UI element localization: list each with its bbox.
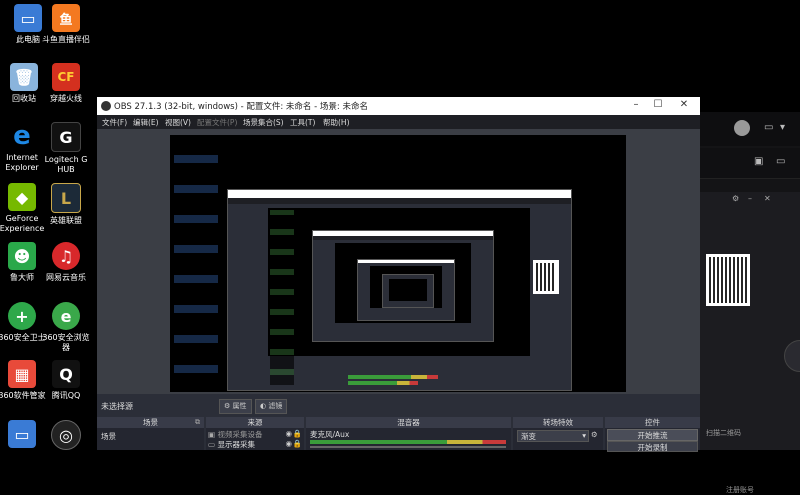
mixer-header: 混音器 bbox=[306, 417, 511, 428]
close-icon[interactable]: ✕ bbox=[764, 194, 771, 203]
lock-icon[interactable]: 🔒 bbox=[293, 439, 302, 448]
controls-header: 控件 bbox=[605, 417, 700, 428]
mixer-dock: 混音器 麦克风/Aux bbox=[306, 417, 511, 450]
window-title: OBS 27.1.3 (32-bit, windows) - 配置文件: 未命名… bbox=[114, 102, 368, 112]
login-panel: ⚙ – ✕ 扫描二维码 注册账号 bbox=[698, 192, 800, 494]
menu-scene-collection[interactable]: 场景集合(S) bbox=[243, 117, 284, 128]
netease-music-icon: ♫ bbox=[52, 242, 80, 270]
start-recording-button[interactable]: 开始录制 bbox=[607, 441, 698, 452]
shirt-icon[interactable]: ▾ bbox=[780, 122, 785, 133]
filters-button[interactable]: ◐ 滤镜 bbox=[255, 399, 288, 414]
desktop-icon-logitech[interactable]: G Logitech G HUB bbox=[40, 122, 92, 175]
league-icon: L bbox=[51, 183, 81, 213]
properties-button[interactable]: ⚙ 属性 bbox=[219, 399, 252, 414]
desktop-icon-lol[interactable]: L 英雄联盟 bbox=[40, 183, 92, 226]
camera-icon: ▣ bbox=[208, 430, 216, 439]
source-item[interactable]: ▭ 显示器采集 ◉ 🔒 bbox=[208, 439, 302, 449]
eye-icon[interactable]: ◉ bbox=[285, 439, 292, 448]
desktop-icon-netease-music[interactable]: ♫ 网易云音乐 bbox=[40, 242, 92, 283]
minimize-icon[interactable]: – bbox=[627, 99, 645, 110]
scene-item[interactable]: 场景 bbox=[101, 431, 116, 442]
maximize-icon[interactable]: ☐ bbox=[649, 99, 667, 110]
preview-area[interactable] bbox=[97, 129, 700, 394]
sources-header: 来源 bbox=[206, 417, 304, 428]
recycle-bin-icon: 🗑 bbox=[10, 63, 38, 91]
settings-icon[interactable]: ⚙ bbox=[732, 194, 739, 203]
desktop-icon-crossfire[interactable]: CF 穿越火线 bbox=[40, 63, 92, 104]
menu-help[interactable]: 帮助(H) bbox=[323, 117, 350, 128]
crossfire-icon: CF bbox=[52, 63, 80, 91]
obs-icon: ◎ bbox=[51, 420, 81, 450]
obs-window[interactable]: OBS 27.1.3 (32-bit, windows) - 配置文件: 未命名… bbox=[97, 97, 700, 452]
menu-bar: 文件(F) 编辑(E) 视图(V) 配置文件(P) 场景集合(S) 工具(T) … bbox=[97, 115, 700, 129]
title-bar[interactable]: OBS 27.1.3 (32-bit, windows) - 配置文件: 未命名… bbox=[97, 97, 700, 115]
monitor-icon[interactable]: ▭ bbox=[764, 122, 773, 133]
minimize-icon[interactable]: – bbox=[748, 194, 752, 203]
scenes-header: 场景 bbox=[97, 417, 204, 428]
desktop-icon-360-browser[interactable]: e 360安全浏览器 bbox=[40, 302, 92, 353]
360-software-icon: ▦ bbox=[8, 360, 36, 388]
sources-dock: 来源 ▣ 视频采集设备 ◉ 🔒 ▭ 显示器采集 ◉ 🔒 bbox=[206, 417, 304, 450]
360-browser-icon: e bbox=[52, 302, 80, 330]
desktop-icon-douyu[interactable]: 鱼 斗鱼直播伴侣 bbox=[40, 4, 92, 45]
mixer-track-name: 麦克风/Aux bbox=[310, 430, 350, 439]
qr-code bbox=[706, 254, 750, 306]
360-safe-icon: + bbox=[8, 302, 36, 330]
qr-caption: 扫描二维码 bbox=[706, 429, 741, 437]
controls-dock: 控件 开始推流 开始录制 bbox=[605, 417, 700, 452]
no-source-label: 未选择源 bbox=[101, 402, 133, 411]
volume-slider[interactable] bbox=[310, 446, 506, 448]
transitions-dock: 转场特效 渐变 ▾ ⚙ bbox=[513, 417, 603, 450]
gear-icon: ⚙ bbox=[224, 402, 231, 410]
transition-select[interactable]: 渐变 ▾ bbox=[517, 430, 589, 442]
menu-view[interactable]: 视图(V) bbox=[165, 117, 191, 128]
side-circle-button[interactable] bbox=[784, 340, 800, 372]
menu-tools[interactable]: 工具(T) bbox=[290, 117, 315, 128]
nvidia-icon: ◆ bbox=[8, 183, 36, 211]
chevron-down-icon: ▾ bbox=[582, 431, 586, 440]
computer-icon: ▭ bbox=[14, 4, 42, 32]
logitech-g-icon: G bbox=[51, 122, 81, 152]
obs-logo-icon bbox=[101, 101, 111, 111]
dock-area: 场景 ⧉ 场景 来源 ▣ 视频采集设备 ◉ 🔒 ▭ 显示器采集 ◉ 🔒 混音器 … bbox=[97, 417, 700, 452]
monitor-icon: ▭ bbox=[208, 440, 216, 449]
qq-penguin-icon: Q bbox=[52, 360, 80, 388]
menu-profile[interactable]: 配置文件(P) bbox=[197, 117, 237, 128]
volume-meter bbox=[310, 440, 506, 444]
internet-explorer-icon: e bbox=[13, 121, 31, 151]
filter-icon: ◐ bbox=[260, 402, 267, 410]
close-icon[interactable]: ✕ bbox=[675, 99, 693, 110]
register-link[interactable]: 注册账号 bbox=[726, 485, 754, 495]
lock-icon[interactable]: 🔒 bbox=[293, 429, 302, 438]
transitions-header: 转场特效 bbox=[513, 417, 603, 428]
scenes-dock: 场景 ⧉ 场景 bbox=[97, 417, 204, 450]
monitor-icon: ▭ bbox=[8, 420, 36, 448]
preview-canvas[interactable] bbox=[170, 135, 626, 392]
menu-edit[interactable]: 编辑(E) bbox=[133, 117, 159, 128]
douyu-icon: 鱼 bbox=[52, 4, 80, 32]
menu-file[interactable]: 文件(F) bbox=[102, 117, 127, 128]
ludashi-icon: ☻ bbox=[8, 242, 36, 270]
desktop-icon-qq[interactable]: Q 腾讯QQ bbox=[40, 360, 92, 401]
source-item[interactable]: ▣ 视频采集设备 ◉ 🔒 bbox=[208, 429, 302, 439]
source-status-bar: 未选择源 ⚙ 属性 ◐ 滤镜 bbox=[97, 397, 700, 415]
background-streaming-app: ▭ ▾ ▣ ▭ ⚙ – ✕ 扫描二维码 注册账号 bbox=[690, 112, 800, 494]
avatar[interactable] bbox=[734, 120, 750, 136]
eye-icon[interactable]: ◉ bbox=[285, 429, 292, 438]
app-header: ▭ ▾ bbox=[690, 112, 800, 146]
gear-icon[interactable]: ⚙ bbox=[591, 430, 598, 439]
screen-icon[interactable]: ▭ bbox=[776, 156, 785, 167]
dock-float-icon[interactable]: ⧉ bbox=[195, 418, 200, 427]
gift-icon[interactable]: ▣ bbox=[754, 156, 763, 167]
desktop-icon-obs[interactable]: ◎ bbox=[40, 420, 92, 453]
app-toolbar: ▣ ▭ bbox=[690, 148, 800, 179]
start-streaming-button[interactable]: 开始推流 bbox=[607, 429, 698, 441]
